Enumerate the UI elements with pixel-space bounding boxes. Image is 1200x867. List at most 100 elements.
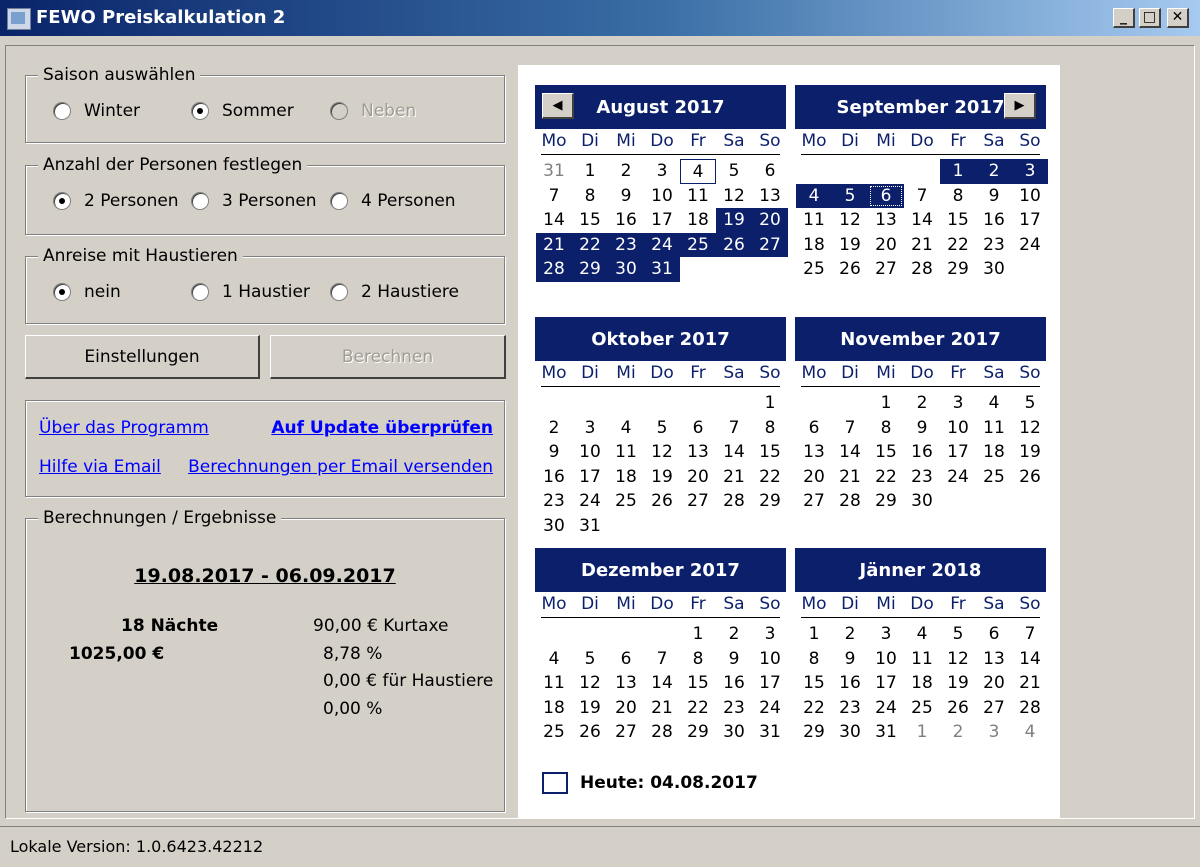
day-cell[interactable]: 10: [868, 647, 904, 672]
day-cell[interactable]: 29: [752, 489, 788, 514]
day-cell[interactable]: 21: [1012, 671, 1048, 696]
day-cell[interactable]: 7: [644, 647, 680, 672]
radio-sommer[interactable]: Sommer: [191, 100, 294, 122]
day-cell[interactable]: 23: [536, 489, 572, 514]
day-cell[interactable]: 23: [904, 465, 940, 490]
day-cell[interactable]: 29: [940, 257, 976, 282]
day-cell[interactable]: 25: [536, 720, 572, 745]
radio-3-personen[interactable]: 3 Personen: [191, 190, 317, 212]
day-cell[interactable]: 11: [680, 184, 716, 209]
day-cell[interactable]: 6: [796, 416, 832, 441]
day-cell[interactable]: 18: [680, 208, 716, 233]
day-cell[interactable]: 15: [572, 208, 608, 233]
day-cell[interactable]: 6: [868, 183, 904, 208]
day-cell[interactable]: 4: [536, 647, 572, 672]
day-cell[interactable]: 2: [976, 159, 1012, 184]
day-cell[interactable]: 18: [608, 465, 644, 490]
day-cell[interactable]: 7: [1012, 622, 1048, 647]
day-cell[interactable]: 4: [796, 183, 832, 208]
day-cell[interactable]: 16: [976, 208, 1012, 233]
day-cell[interactable]: 18: [796, 233, 832, 258]
day-cell[interactable]: 4: [976, 391, 1012, 416]
day-cell[interactable]: 30: [536, 514, 572, 539]
day-cell[interactable]: 2: [536, 416, 572, 441]
day-cell[interactable]: 14: [716, 440, 752, 465]
day-cell[interactable]: 29: [680, 720, 716, 745]
day-cell[interactable]: 7: [536, 184, 572, 209]
day-cell[interactable]: 20: [796, 465, 832, 490]
day-cell[interactable]: 9: [832, 647, 868, 672]
day-cell[interactable]: 14: [536, 208, 572, 233]
day-cell[interactable]: 16: [536, 465, 572, 490]
day-cell[interactable]: 23: [608, 232, 644, 257]
day-cell[interactable]: 15: [940, 208, 976, 233]
day-cell[interactable]: 24: [644, 232, 680, 257]
day-cell[interactable]: 9: [904, 416, 940, 441]
day-cell[interactable]: 28: [904, 257, 940, 282]
day-cell[interactable]: 12: [940, 647, 976, 672]
day-cell[interactable]: 27: [680, 489, 716, 514]
day-cell[interactable]: 17: [940, 440, 976, 465]
day-cell[interactable]: 1: [680, 622, 716, 647]
day-cell[interactable]: 17: [572, 465, 608, 490]
day-cell[interactable]: 5: [832, 183, 868, 208]
next-month-button[interactable]: ▶: [1004, 93, 1036, 119]
day-cell[interactable]: 5: [644, 416, 680, 441]
day-cell[interactable]: 1: [868, 391, 904, 416]
day-cell[interactable]: 21: [832, 465, 868, 490]
day-cell[interactable]: 5: [716, 159, 752, 184]
day-cell[interactable]: 29: [868, 489, 904, 514]
day-cell[interactable]: 26: [1012, 465, 1048, 490]
day-cell[interactable]: 27: [752, 232, 788, 257]
day-cell[interactable]: 30: [832, 720, 868, 745]
day-cell[interactable]: 12: [1012, 416, 1048, 441]
day-cell[interactable]: 20: [680, 465, 716, 490]
day-cell[interactable]: 19: [940, 671, 976, 696]
day-cell[interactable]: 22: [572, 232, 608, 257]
day-cell[interactable]: 9: [536, 440, 572, 465]
minimize-button[interactable]: _: [1113, 8, 1135, 28]
close-button[interactable]: ✕: [1167, 8, 1189, 28]
day-cell[interactable]: 15: [868, 440, 904, 465]
day-cell[interactable]: 3: [868, 622, 904, 647]
day-cell[interactable]: 12: [716, 184, 752, 209]
day-cell[interactable]: 7: [832, 416, 868, 441]
day-cell[interactable]: 22: [868, 465, 904, 490]
day-cell[interactable]: 18: [536, 696, 572, 721]
day-cell[interactable]: 8: [796, 647, 832, 672]
day-cell[interactable]: 11: [796, 208, 832, 233]
day-cell[interactable]: 14: [904, 208, 940, 233]
day-cell[interactable]: 8: [680, 647, 716, 672]
day-cell[interactable]: 28: [716, 489, 752, 514]
day-cell[interactable]: 20: [752, 208, 788, 233]
day-cell[interactable]: 21: [904, 233, 940, 258]
day-cell[interactable]: 24: [1012, 233, 1048, 258]
day-cell[interactable]: 29: [796, 720, 832, 745]
maximize-button[interactable]: □: [1139, 8, 1161, 28]
day-cell[interactable]: 5: [572, 647, 608, 672]
day-cell[interactable]: 4: [608, 416, 644, 441]
day-cell[interactable]: 27: [868, 257, 904, 282]
day-cell[interactable]: 12: [572, 671, 608, 696]
day-cell[interactable]: 26: [940, 696, 976, 721]
day-cell[interactable]: 9: [608, 184, 644, 209]
day-cell[interactable]: 9: [716, 647, 752, 672]
radio-1-haustier[interactable]: 1 Haustier: [191, 281, 310, 303]
day-cell[interactable]: 26: [716, 232, 752, 257]
day-cell[interactable]: 17: [868, 671, 904, 696]
day-cell[interactable]: 19: [1012, 440, 1048, 465]
day-cell[interactable]: 1: [796, 622, 832, 647]
day-cell[interactable]: 16: [904, 440, 940, 465]
day-cell[interactable]: 6: [680, 416, 716, 441]
day-cell[interactable]: 5: [940, 622, 976, 647]
day-cell[interactable]: 2: [904, 391, 940, 416]
day-cell[interactable]: 31: [644, 257, 680, 282]
day-cell[interactable]: 13: [752, 184, 788, 209]
einstellungen-button[interactable]: Einstellungen: [25, 335, 260, 379]
day-cell[interactable]: 12: [644, 440, 680, 465]
day-cell[interactable]: 13: [976, 647, 1012, 672]
day-cell[interactable]: 30: [904, 489, 940, 514]
day-cell[interactable]: 6: [608, 647, 644, 672]
day-cell[interactable]: 8: [940, 184, 976, 209]
day-cell[interactable]: 14: [832, 440, 868, 465]
